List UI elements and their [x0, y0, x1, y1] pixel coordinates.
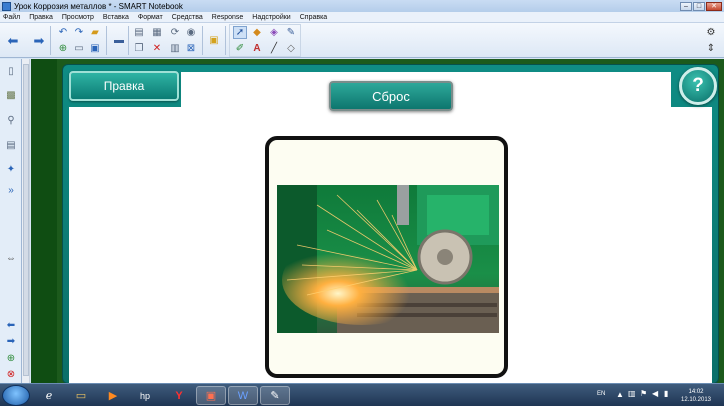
media-player-icon[interactable]: ▶ [98, 386, 128, 405]
add-page-icon[interactable]: ⊕ [56, 42, 70, 55]
gallery-icon[interactable]: ▩ [4, 89, 18, 102]
grinding-sparks-photo[interactable] [277, 185, 499, 333]
clear-page-icon[interactable]: ▭ [72, 42, 86, 55]
file-explorer-icon[interactable]: ▭ [66, 386, 96, 405]
taskbar: ℯ ▭ ▶ hp Y ▣ W ✎ EN ▲ ▥ ⚑ ◀ ▮ 14:02 12.1… [0, 383, 724, 406]
maximize-button[interactable]: □ [693, 1, 705, 11]
expand-tab-icon[interactable]: » [4, 184, 18, 197]
forward-arrow-icon[interactable]: ➡ [32, 34, 46, 47]
notebook-page: Правка Сброс ? [31, 59, 724, 384]
delete-page-side-icon[interactable]: ⊗ [4, 368, 18, 381]
word-icon[interactable]: W [228, 386, 258, 405]
clock-time: 14:02 [688, 389, 704, 395]
reset-button[interactable]: Сброс [329, 81, 453, 111]
menu-edit[interactable]: Правка [29, 14, 53, 21]
settings-gear-icon[interactable]: ⚙ [704, 26, 718, 39]
menu-addons[interactable]: Надстройки [252, 14, 290, 21]
hp-icon[interactable]: hp [130, 386, 160, 405]
power-icon[interactable]: ▮ [664, 389, 668, 398]
menu-bar: Файл Правка Просмотр Вставка Формат Сред… [0, 12, 724, 23]
document-camera-icon[interactable]: ◉ [184, 26, 198, 39]
menu-file[interactable]: Файл [3, 14, 20, 21]
magic-pen-icon[interactable]: ✎ [284, 26, 298, 39]
full-screen-icon[interactable]: ⊠ [184, 42, 198, 55]
previous-page-icon[interactable]: ⬅ [4, 319, 18, 332]
shapes-icon[interactable]: ◆ [250, 26, 264, 39]
delete-icon[interactable]: ✕ [150, 42, 164, 55]
response-icon[interactable]: ▣ [207, 34, 221, 47]
screen-shade-icon[interactable]: ▬ [112, 34, 126, 47]
menu-format[interactable]: Формат [138, 14, 163, 21]
resize-handle-icon[interactable]: ⇔ [4, 252, 18, 265]
window-title: Урок Коррозия металлов * - SMART Noteboo… [14, 1, 183, 11]
select-pointer-icon[interactable]: ➚ [233, 26, 247, 39]
start-button[interactable] [2, 385, 30, 406]
tray-up-arrow-icon[interactable]: ▲ [616, 390, 624, 399]
paste-icon[interactable]: ▤ [132, 26, 146, 39]
close-button[interactable]: ✕ [706, 1, 722, 11]
properties-icon[interactable]: ▤ [4, 139, 18, 152]
toolbar: ⬅ ➡ ↶ ↷ ▰ ⊕ ▭ ▣ ▬ ▤ ▦ ⟳ ◉ ❐ ✕ ▥ ⊠ ▣ ➚ ◆ … [0, 23, 724, 58]
edit-button[interactable]: Правка [69, 71, 179, 101]
menu-response[interactable]: Response [212, 14, 244, 21]
image-card [265, 136, 508, 378]
powerpoint-icon[interactable]: ▣ [196, 386, 226, 405]
pens-icon[interactable]: ✐ [233, 42, 247, 55]
yandex-browser-icon[interactable]: Y [164, 386, 194, 405]
screen-capture-icon[interactable]: ▦ [150, 26, 164, 39]
smart-notebook-app-icon [2, 1, 11, 11]
page-left-strip [31, 59, 57, 383]
next-page-icon[interactable]: ➡ [4, 335, 18, 348]
menu-tools[interactable]: Средства [172, 14, 203, 21]
side-tabs-panel: ▯ ▩ ⚲ ▤ ✦ » ⇔ ⬅ ➡ ⊕ ⊗ [0, 59, 22, 383]
attachments-icon[interactable]: ⚲ [4, 114, 18, 127]
menu-insert[interactable]: Вставка [103, 14, 129, 21]
add-page-side-icon[interactable]: ⊕ [4, 352, 18, 365]
line-icon[interactable]: ╱ [267, 42, 281, 55]
text-icon[interactable]: A [250, 42, 264, 55]
flag-icon[interactable]: ⚑ [640, 389, 647, 398]
menu-help[interactable]: Справка [300, 14, 327, 21]
menu-view[interactable]: Просмотр [62, 14, 94, 21]
clock[interactable]: 14:02 12.10.2013 [676, 388, 716, 404]
table-icon[interactable]: ▥ [168, 42, 182, 55]
undo-icon[interactable]: ↶ [56, 26, 70, 39]
network-icon[interactable]: ▥ [628, 389, 636, 398]
back-arrow-icon[interactable]: ⬅ [6, 34, 20, 47]
page-sorter-icon[interactable]: ▯ [4, 65, 18, 78]
smart-notebook-taskbar-icon[interactable]: ✎ [260, 386, 290, 405]
minimize-button[interactable]: – [680, 1, 692, 11]
scrollbar-thumb[interactable] [23, 64, 29, 376]
side-scrollbar[interactable] [22, 59, 30, 383]
language-indicator[interactable]: EN [597, 391, 605, 397]
window-controls: – □ ✕ [680, 1, 722, 11]
system-tray: EN ▲ ▥ ⚑ ◀ ▮ 14:02 12.10.2013 [592, 386, 724, 405]
eraser-icon[interactable]: ◈ [267, 26, 281, 39]
title-bar: Урок Коррозия металлов * - SMART Noteboo… [0, 0, 724, 12]
addons-icon[interactable]: ✦ [4, 163, 18, 176]
volume-icon[interactable]: ◀ [652, 389, 658, 398]
open-folder-icon[interactable]: ▰ [88, 26, 102, 39]
save-icon[interactable]: ▣ [88, 42, 102, 55]
rotate-icon[interactable]: ⟳ [168, 26, 182, 39]
help-button[interactable]: ? [679, 67, 717, 105]
internet-explorer-icon[interactable]: ℯ [34, 386, 64, 405]
redo-icon[interactable]: ↷ [72, 26, 86, 39]
clock-date: 12.10.2013 [680, 397, 712, 403]
copy-icon[interactable]: ❐ [132, 42, 146, 55]
toolbar-move-icon[interactable]: ⇕ [704, 42, 718, 55]
fill-icon[interactable]: ◇ [284, 42, 298, 55]
